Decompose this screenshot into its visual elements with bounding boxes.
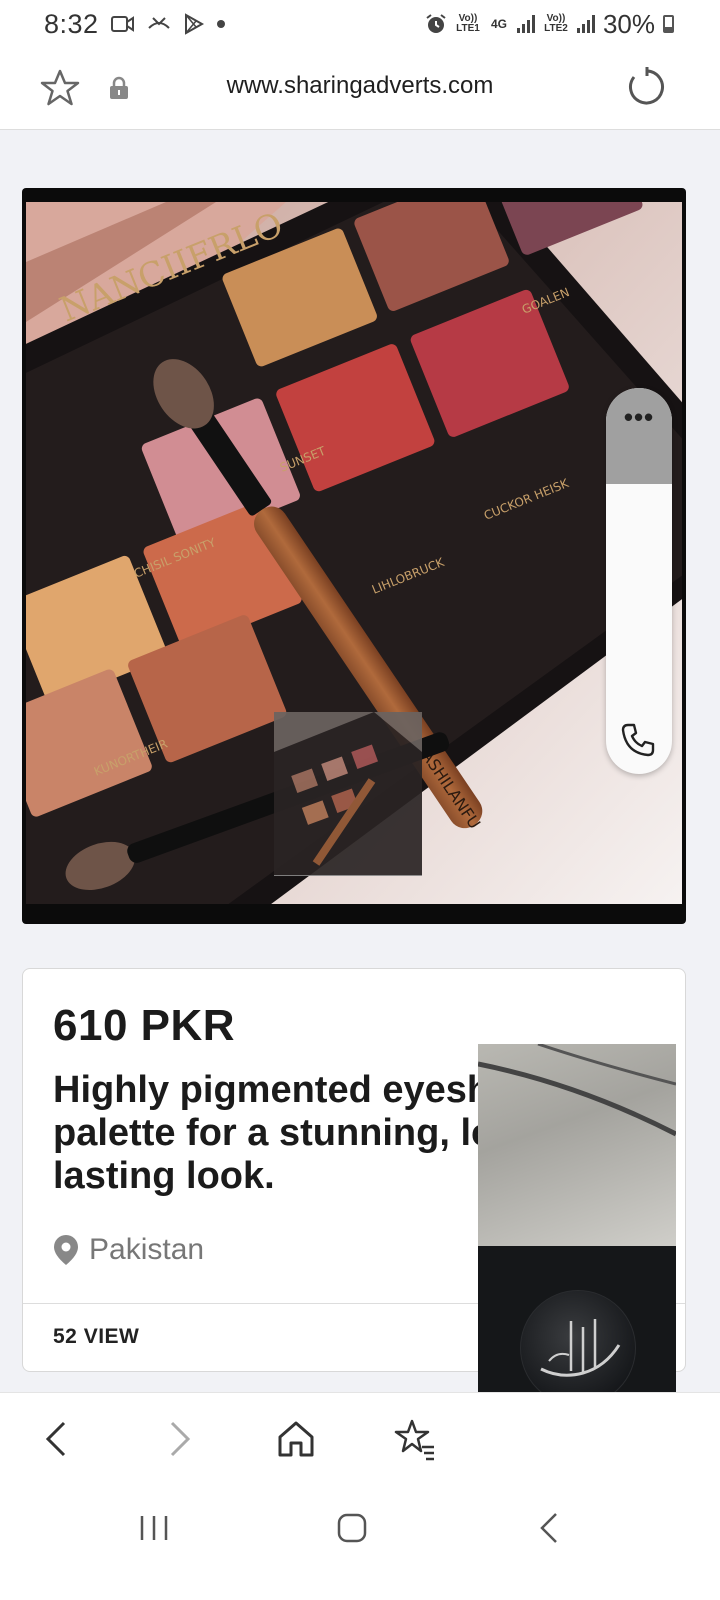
more-options-icon[interactable]: ••• (606, 402, 672, 433)
video-content (478, 1044, 676, 1137)
forward-arrow-icon[interactable] (156, 1417, 200, 1461)
back-arrow-icon[interactable] (36, 1417, 80, 1461)
video-call-icon (110, 16, 134, 32)
notification-dot (216, 20, 225, 28)
browser-toolbar: www.sharingadverts.com (0, 48, 720, 130)
alarm-icon (426, 14, 446, 33)
url-address[interactable]: www.sharingadverts.com (0, 72, 720, 100)
location-pin-icon (54, 1235, 78, 1265)
home-icon[interactable] (274, 1417, 318, 1461)
view-count: 52 VIEW (53, 1325, 140, 1348)
listing-price: 610 PKR (53, 1001, 236, 1050)
network-sim1: Vo)) LTE1 (456, 13, 480, 34)
battery-icon (663, 15, 674, 33)
video-frame[interactable] (478, 1044, 676, 1246)
recent-apps-icon[interactable] (134, 1508, 174, 1548)
signal-icon (516, 15, 535, 33)
browser-bottom-nav (0, 1392, 720, 1484)
status-right: Vo)) LTE1 4G Vo)) LTE2 30% (425, 9, 674, 40)
image-thumbnail[interactable] (274, 712, 422, 876)
network-sim2: Vo)) LTE2 (544, 13, 568, 34)
battery-percent: 30% (602, 8, 655, 39)
listing-location: Pakistan (53, 1233, 204, 1267)
panel-more-area[interactable]: ••• (606, 388, 672, 484)
reload-icon[interactable] (626, 66, 668, 108)
phone-icon[interactable] (620, 722, 656, 758)
thumbnail-photo (274, 712, 422, 875)
floating-contact-panel: ••• (606, 388, 672, 774)
system-back-icon[interactable] (530, 1508, 570, 1548)
system-navigation-bar (0, 1484, 720, 1600)
status-time: 8:32 (44, 8, 99, 39)
channel-avatar[interactable] (520, 1290, 636, 1406)
status-bar: 8:32 Vo)) LTE1 4G Vo)) LTE2 30% (0, 0, 720, 48)
status-left: 8:32 (44, 9, 225, 40)
play-store-icon (184, 13, 204, 35)
network-type: 4G (490, 17, 507, 31)
location-text: Pakistan (89, 1233, 205, 1266)
calligraphy-logo (540, 1319, 621, 1377)
missed-call-icon (147, 17, 170, 29)
home-button-icon[interactable] (332, 1508, 372, 1548)
floating-video-player[interactable] (478, 1044, 676, 1450)
bookmarks-icon[interactable] (392, 1417, 436, 1461)
signal-2-icon (576, 15, 595, 33)
